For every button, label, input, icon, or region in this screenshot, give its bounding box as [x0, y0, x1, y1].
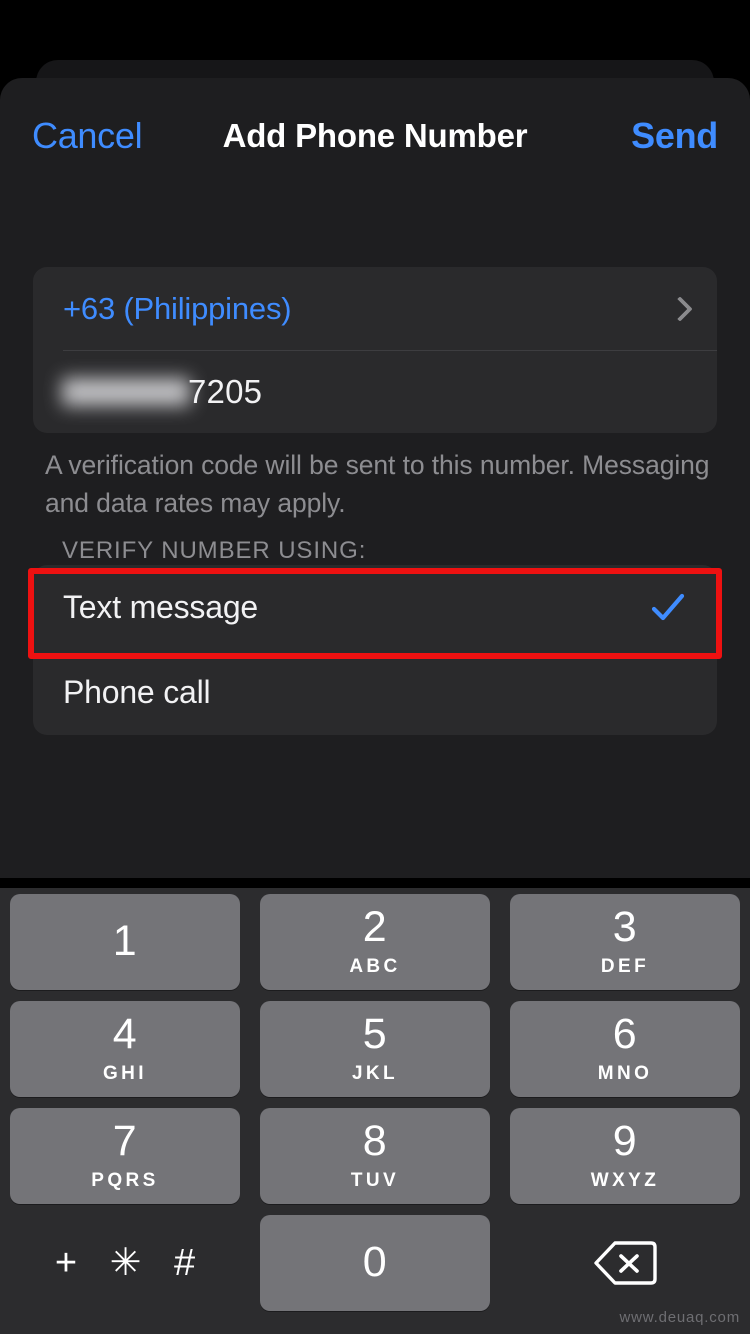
key-digit: 8 — [362, 1116, 388, 1165]
country-code-row[interactable]: +63 (Philippines) — [33, 267, 717, 350]
navigation-bar: Cancel Add Phone Number Send — [0, 78, 750, 194]
key-8[interactable]: 8 TUV — [260, 1107, 490, 1204]
backspace-delete-icon[interactable] — [510, 1215, 740, 1311]
key-letters: DEF — [600, 955, 650, 977]
option-phone-call[interactable]: Phone call — [33, 650, 717, 735]
key-4[interactable]: 4 GHI — [10, 1000, 240, 1097]
keypad-row-1: 1 2 ABC 3 DEF — [0, 888, 750, 995]
key-0[interactable]: 0 — [260, 1214, 490, 1311]
phone-number-input[interactable]: 7205 — [33, 350, 717, 433]
key-6[interactable]: 6 MNO — [510, 1000, 740, 1097]
keypad-row-2: 4 GHI 5 JKL 6 MNO — [0, 995, 750, 1102]
numeric-keypad: 1 2 ABC 3 DEF 4 GHI 5 JKL 6 MNO 7 PQRS 8… — [0, 888, 750, 1334]
key-3[interactable]: 3 DEF — [510, 893, 740, 990]
key-symbols[interactable]: + ✳ # — [10, 1215, 240, 1311]
country-code-label: +63 (Philippines) — [63, 290, 292, 326]
redacted-number-blur — [62, 377, 190, 406]
chevron-right-icon — [667, 295, 693, 322]
option-text-message[interactable]: Text message — [33, 565, 717, 650]
key-2[interactable]: 2 ABC — [260, 893, 490, 990]
phone-screen: Cancel Add Phone Number Send +63 (Philip… — [0, 0, 750, 1334]
verify-section-header: VERIFY NUMBER USING: — [62, 537, 367, 564]
phone-entry-card: +63 (Philippines) 7205 — [33, 267, 717, 433]
add-phone-number-sheet: Cancel Add Phone Number Send +63 (Philip… — [0, 78, 750, 878]
key-letters: JKL — [351, 1062, 399, 1084]
key-digit: 4 — [112, 1009, 138, 1058]
key-letters: WXYZ — [590, 1169, 660, 1191]
key-letters: ABC — [349, 955, 401, 977]
key-5[interactable]: 5 JKL — [260, 1000, 490, 1097]
key-1[interactable]: 1 — [10, 893, 240, 990]
key-letters: GHI — [103, 1062, 147, 1084]
key-digit: 5 — [362, 1009, 388, 1058]
checkmark-icon — [651, 591, 685, 625]
verification-options-list: Text message Phone call — [33, 565, 717, 735]
option-label: Text message — [63, 589, 259, 625]
key-digit: 1 — [112, 917, 138, 965]
key-digit: 0 — [362, 1238, 388, 1286]
key-symbols-label: + ✳ # — [54, 1242, 207, 1284]
verification-helper-text: A verification code will be sent to this… — [45, 450, 710, 518]
key-digit: 3 — [612, 902, 638, 951]
key-digit: 7 — [112, 1116, 138, 1165]
key-9[interactable]: 9 WXYZ — [510, 1107, 740, 1204]
key-digit: 2 — [362, 902, 388, 951]
cancel-button[interactable]: Cancel — [32, 115, 143, 157]
key-7[interactable]: 7 PQRS — [10, 1107, 240, 1204]
key-digit: 6 — [612, 1009, 638, 1058]
key-digit: 9 — [612, 1116, 638, 1165]
site-watermark: www.deuaq.com — [619, 1309, 740, 1326]
option-label: Phone call — [63, 674, 211, 710]
keypad-row-4: + ✳ # 0 — [0, 1209, 750, 1316]
key-letters: PQRS — [91, 1169, 159, 1191]
keypad-row-3: 7 PQRS 8 TUV 9 WXYZ — [0, 1102, 750, 1209]
key-letters: MNO — [597, 1062, 653, 1084]
key-letters: TUV — [350, 1169, 400, 1191]
send-button[interactable]: Send — [631, 115, 718, 157]
phone-number-value: 7205 — [188, 372, 263, 410]
